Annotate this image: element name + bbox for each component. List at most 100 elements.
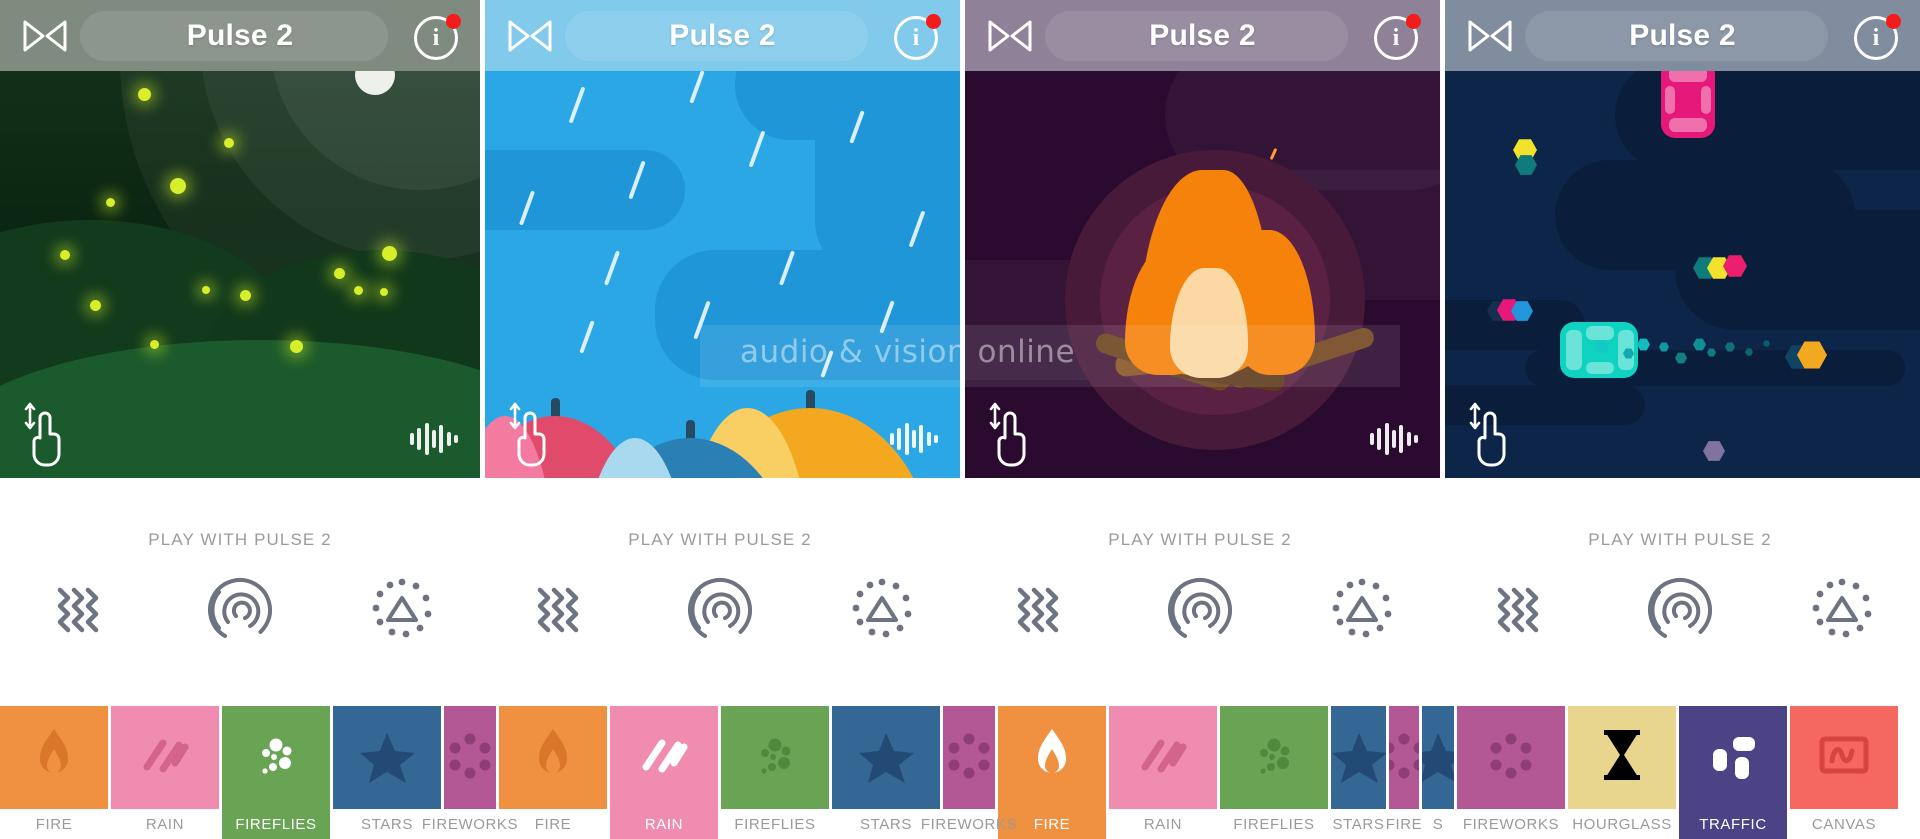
hourglass-icon bbox=[1590, 723, 1654, 792]
flame-icon bbox=[1020, 723, 1084, 792]
scene-carousel-track[interactable]: FIRE RAIN FIREFLIES STARS FIREWORKS FIRE bbox=[0, 706, 1901, 839]
bowtie-icon[interactable] bbox=[1467, 18, 1513, 54]
scene-tile-fire[interactable]: FIRE bbox=[1386, 706, 1422, 839]
play-cell-4: PLAY WITH PULSE 2 bbox=[1440, 478, 1920, 706]
scene-tile-traffic[interactable]: TRAFFIC bbox=[1679, 706, 1787, 839]
scene-tile-fireflies[interactable]: FIREFLIES bbox=[1220, 706, 1328, 839]
panel-fire[interactable]: Pulse 2 i bbox=[960, 0, 1440, 478]
tile-label: FIRE bbox=[534, 816, 572, 833]
hex-dot bbox=[1763, 340, 1770, 347]
tile-label: STARS bbox=[361, 816, 413, 833]
swipe-hand-icon[interactable] bbox=[983, 398, 1043, 470]
audio-waveform-icon[interactable] bbox=[890, 422, 938, 456]
rain-drop bbox=[689, 70, 705, 104]
firefly bbox=[202, 286, 210, 294]
info-icon[interactable]: i bbox=[894, 14, 941, 60]
scene-tile-rain[interactable]: RAIN bbox=[111, 706, 219, 839]
scene-tile-fireworks[interactable]: FIREWORKS bbox=[422, 706, 518, 839]
firefly bbox=[240, 290, 251, 301]
flame-icon bbox=[22, 723, 86, 792]
scene-tile-fireworks[interactable]: FIREWORKS bbox=[921, 706, 1017, 839]
tile-swatch bbox=[1109, 706, 1217, 809]
tile-swatch bbox=[444, 706, 496, 809]
info-icon[interactable]: i bbox=[1854, 14, 1901, 60]
sparkle-triangle-icon[interactable] bbox=[1326, 574, 1398, 646]
tile-swatch bbox=[1679, 706, 1787, 809]
scene-tile-stars[interactable]: STARS bbox=[1331, 706, 1386, 839]
car-window bbox=[1586, 326, 1614, 340]
info-icon[interactable]: i bbox=[1374, 14, 1421, 60]
panel-title: Pulse 2 bbox=[1149, 18, 1256, 52]
scene-tile-rain[interactable]: RAIN bbox=[1109, 706, 1217, 839]
scene-tile-canvas[interactable]: CANVAS bbox=[1790, 706, 1898, 839]
play-with-label: PLAY WITH PULSE 2 bbox=[1588, 530, 1772, 549]
vibration-icon[interactable] bbox=[42, 574, 114, 646]
scene-tile-fireflies[interactable]: FIREFLIES bbox=[222, 706, 330, 839]
tile-label: FIRE bbox=[35, 816, 73, 833]
swipe-hand-icon[interactable] bbox=[1463, 398, 1523, 470]
play-with-label: PLAY WITH PULSE 2 bbox=[1108, 530, 1292, 549]
firefly bbox=[138, 88, 151, 101]
swipe-hand-icon[interactable] bbox=[503, 398, 563, 470]
firefly bbox=[150, 340, 159, 349]
vibration-icon[interactable] bbox=[522, 574, 594, 646]
pulse-ripple-icon[interactable] bbox=[1164, 574, 1236, 646]
bowtie-icon[interactable] bbox=[22, 18, 68, 54]
traffic-icon bbox=[1701, 723, 1765, 792]
rain-drop bbox=[603, 250, 621, 286]
vibration-icon[interactable] bbox=[1002, 574, 1074, 646]
sparkle-triangle-icon[interactable] bbox=[846, 574, 918, 646]
rain-drop bbox=[748, 130, 766, 168]
scene-tile-s[interactable]: S bbox=[1422, 706, 1454, 839]
fireworks-icon bbox=[1389, 723, 1419, 792]
panel-header: Pulse 2 i bbox=[0, 0, 480, 71]
tile-label: RAIN bbox=[644, 816, 684, 833]
fireflies-icon bbox=[1242, 723, 1306, 792]
firefly bbox=[380, 288, 388, 296]
tile-swatch bbox=[1457, 706, 1565, 809]
audio-waveform-icon[interactable] bbox=[1370, 422, 1418, 456]
car-window bbox=[1665, 86, 1675, 114]
info-icon[interactable]: i bbox=[414, 14, 461, 60]
play-icon-group bbox=[960, 570, 1440, 650]
tile-swatch bbox=[1790, 706, 1898, 809]
car-window bbox=[1586, 362, 1614, 374]
audio-waveform-icon[interactable] bbox=[410, 422, 458, 456]
cloud-shape bbox=[485, 150, 685, 230]
panel-fireflies[interactable]: Pulse 2 i bbox=[0, 0, 480, 478]
scene-tile-rain[interactable]: RAIN bbox=[610, 706, 718, 839]
firefly bbox=[334, 268, 345, 279]
scene-tile-fireworks[interactable]: FIREWORKS bbox=[1457, 706, 1565, 839]
play-icon-group bbox=[480, 570, 960, 650]
rain-icon bbox=[133, 723, 197, 792]
scene-tile-fire[interactable]: FIRE bbox=[0, 706, 108, 839]
play-with-label: PLAY WITH PULSE 2 bbox=[628, 530, 812, 549]
pulse-ripple-icon[interactable] bbox=[1644, 574, 1716, 646]
play-icon-group bbox=[0, 570, 480, 650]
play-cell-3: PLAY WITH PULSE 2 bbox=[960, 478, 1440, 706]
bowtie-icon[interactable] bbox=[507, 18, 553, 54]
pulse-ripple-icon[interactable] bbox=[204, 574, 276, 646]
panel-traffic[interactable]: Pulse 2 i bbox=[1440, 0, 1920, 478]
tile-swatch bbox=[499, 706, 607, 809]
panel-title: Pulse 2 bbox=[669, 18, 776, 52]
hex-dot bbox=[1703, 441, 1725, 461]
tile-swatch bbox=[721, 706, 829, 809]
tile-swatch bbox=[1389, 706, 1419, 809]
tile-swatch bbox=[1422, 706, 1454, 809]
sparkle-triangle-icon[interactable] bbox=[366, 574, 438, 646]
panel-rain[interactable]: Pulse 2 i bbox=[480, 0, 960, 478]
scene-carousel[interactable]: FIRE RAIN FIREFLIES STARS FIREWORKS FIRE bbox=[0, 706, 1920, 839]
tile-swatch bbox=[111, 706, 219, 809]
scene-tile-hourglass[interactable]: HOURGLASS bbox=[1568, 706, 1676, 839]
tile-label: FIREWORKS bbox=[1462, 816, 1560, 833]
sparkle-triangle-icon[interactable] bbox=[1806, 574, 1878, 646]
scene-tile-fireflies[interactable]: FIREFLIES bbox=[721, 706, 829, 839]
pulse-ripple-icon[interactable] bbox=[684, 574, 756, 646]
bowtie-icon[interactable] bbox=[987, 18, 1033, 54]
swipe-hand-icon[interactable] bbox=[18, 398, 78, 470]
vibration-icon[interactable] bbox=[1482, 574, 1554, 646]
fireworks-icon bbox=[1479, 723, 1543, 792]
car-window bbox=[1566, 330, 1582, 370]
flame-icon bbox=[521, 723, 585, 792]
